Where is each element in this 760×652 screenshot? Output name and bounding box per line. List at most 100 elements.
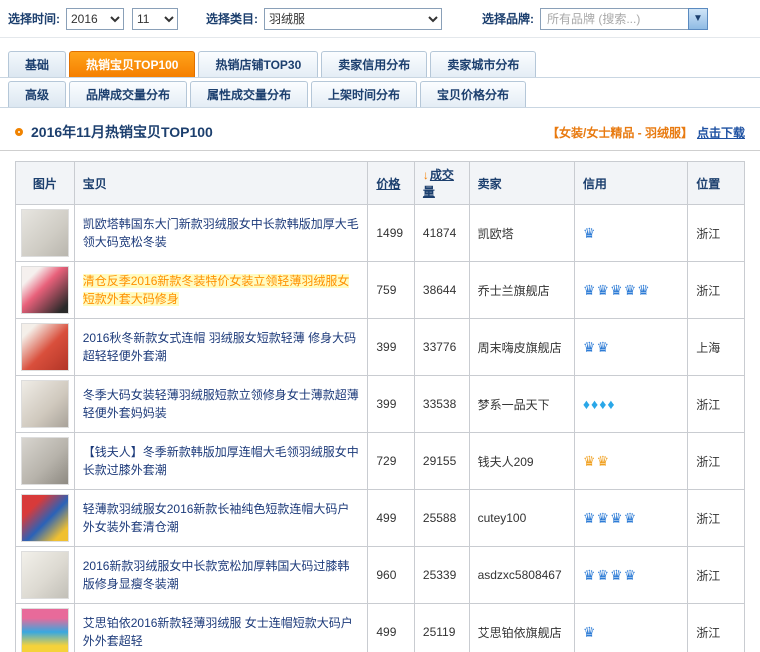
product-title-link[interactable]: 凯欧塔韩国东大门新款羽绒服女中长款韩版加厚大毛领大码宽松冬装	[83, 217, 359, 249]
location-cell: 浙江	[688, 205, 745, 262]
diamond-credit-icon: ♦	[607, 396, 614, 412]
filter-bar: 选择时间: 2016 11 选择类目: 羽绒服 选择品牌: ▼	[0, 0, 760, 38]
product-title-link[interactable]: 【钱夫人】冬季新款韩版加厚连帽大毛领羽绒服女中长款过膝外套潮	[83, 445, 359, 477]
tab-attribute-volume-distribution[interactable]: 属性成交量分布	[190, 81, 308, 107]
basic-tab-row: 基础 热销宝贝TOP100 热销店铺TOP30 卖家信用分布 卖家城市分布	[0, 48, 760, 78]
product-thumbnail[interactable]	[21, 608, 69, 652]
tab-brand-volume-distribution[interactable]: 品牌成交量分布	[69, 81, 187, 107]
volume-cell: 29155	[414, 433, 469, 490]
crown-credit-icon: ♛	[583, 510, 596, 526]
crown-credit-icon: ♛	[610, 510, 623, 526]
product-thumbnail[interactable]	[21, 380, 69, 428]
location-cell: 浙江	[688, 262, 745, 319]
tab-listing-time-distribution[interactable]: 上架时间分布	[311, 81, 417, 107]
advanced-tab-row: 高级 品牌成交量分布 属性成交量分布 上架时间分布 宝贝价格分布	[0, 78, 760, 108]
price-cell: 960	[368, 547, 415, 604]
tab-strip: 基础 热销宝贝TOP100 热销店铺TOP30 卖家信用分布 卖家城市分布 高级…	[0, 48, 760, 108]
column-header-item: 宝贝	[74, 162, 368, 205]
price-cell: 399	[368, 376, 415, 433]
app-window: 选择时间: 2016 11 选择类目: 羽绒服 选择品牌: ▼ 基础 热销宝贝T…	[0, 0, 760, 652]
product-title-link[interactable]: 冬季大码女装轻薄羽绒服短款立领修身女士薄款超薄轻便外套妈妈装	[83, 388, 359, 420]
product-title-link[interactable]: 2016秋冬新款女式连帽 羽绒服女短款轻薄 修身大码超轻轻便外套潮	[83, 331, 356, 363]
price-cell: 759	[368, 262, 415, 319]
crown-credit-icon: ♛	[624, 510, 637, 526]
table-row: 2016秋冬新款女式连帽 羽绒服女短款轻薄 修身大码超轻轻便外套潮 399 33…	[16, 319, 745, 376]
price-cell: 499	[368, 604, 415, 652]
table-row: 艾思铂依2016新款轻薄羽绒服 女士连帽短款大码户外外套超轻 499 25119…	[16, 604, 745, 652]
chevron-down-icon: ▼	[693, 13, 703, 24]
product-title-link[interactable]: 轻薄款羽绒服女2016新款长袖纯色短款连帽大码户外女装外套清仓潮	[83, 502, 350, 534]
column-header-location: 位置	[688, 162, 745, 205]
price-sort-link[interactable]: 价格	[376, 177, 400, 191]
crown-credit-icon: ♛	[583, 453, 596, 469]
location-cell: 浙江	[688, 433, 745, 490]
volume-cell: 25119	[414, 604, 469, 652]
tab-hot-items-top100[interactable]: 热销宝贝TOP100	[69, 51, 195, 77]
tab-group-advanced: 高级	[8, 81, 66, 107]
location-cell: 浙江	[688, 490, 745, 547]
seller-cell: 周末嗨皮旗舰店	[469, 319, 574, 376]
price-cell: 499	[368, 490, 415, 547]
seller-cell: 梦系一品天下	[469, 376, 574, 433]
price-cell: 399	[368, 319, 415, 376]
brand-filter-label: 选择品牌:	[482, 10, 534, 27]
volume-cell: 38644	[414, 262, 469, 319]
credit-icons-cell: ♛	[574, 604, 687, 652]
divider	[0, 150, 760, 151]
seller-cell: 钱夫人209	[469, 433, 574, 490]
location-cell: 上海	[688, 319, 745, 376]
category-select[interactable]: 羽绒服	[264, 8, 442, 30]
section-header: 2016年11月热销宝贝TOP100 【女装/女士精品 - 羽绒服】 点击下载	[15, 122, 745, 142]
month-select[interactable]: 11	[132, 8, 178, 30]
column-header-price[interactable]: 价格	[368, 162, 415, 205]
crown-credit-icon: ♛	[610, 567, 623, 583]
crown-credit-icon: ♛	[596, 282, 609, 298]
crown-credit-icon: ♛	[583, 225, 596, 241]
product-thumbnail[interactable]	[21, 551, 69, 599]
credit-icons-cell: ♛♛♛♛	[574, 547, 687, 604]
brand-dropdown-button[interactable]: ▼	[688, 8, 708, 30]
price-cell: 729	[368, 433, 415, 490]
table-row: 轻薄款羽绒服女2016新款长袖纯色短款连帽大码户外女装外套清仓潮 499 255…	[16, 490, 745, 547]
crown-credit-icon: ♛	[583, 567, 596, 583]
column-header-volume[interactable]: ↓成交量	[414, 162, 469, 205]
crown-credit-icon: ♛	[637, 282, 650, 298]
column-header-image: 图片	[16, 162, 75, 205]
category-filter-label: 选择类目:	[206, 10, 258, 27]
tab-seller-city-distribution[interactable]: 卖家城市分布	[430, 51, 536, 77]
crown-credit-icon: ♛	[610, 282, 623, 298]
product-title-link[interactable]: 清仓反季2016新款冬装特价女装立领轻薄羽绒服女短款外套大码修身	[83, 274, 350, 306]
volume-cell: 25588	[414, 490, 469, 547]
crown-credit-icon: ♛	[583, 339, 596, 355]
table-row: 2016新款羽绒服女中长款宽松加厚韩国大码过膝韩版修身显瘦冬装潮 960 253…	[16, 547, 745, 604]
product-thumbnail[interactable]	[21, 266, 69, 314]
product-thumbnail[interactable]	[21, 323, 69, 371]
time-filter-label: 选择时间:	[8, 10, 60, 27]
credit-icons-cell: ♛♛	[574, 319, 687, 376]
volume-cell: 25339	[414, 547, 469, 604]
product-title-link[interactable]: 艾思铂依2016新款轻薄羽绒服 女士连帽短款大码户外外套超轻	[83, 616, 353, 648]
crown-credit-icon: ♛	[583, 624, 596, 640]
product-title-link[interactable]: 2016新款羽绒服女中长款宽松加厚韩国大码过膝韩版修身显瘦冬装潮	[83, 559, 350, 591]
credit-icons-cell: ♛	[574, 205, 687, 262]
product-thumbnail[interactable]	[21, 209, 69, 257]
table-header-row: 图片 宝贝 价格 ↓成交量 卖家 信用 位置	[16, 162, 745, 205]
crown-credit-icon: ♛	[596, 510, 609, 526]
brand-search-input[interactable]	[540, 8, 688, 30]
tab-seller-credit-distribution[interactable]: 卖家信用分布	[321, 51, 427, 77]
credit-icons-cell: ♛♛♛♛♛	[574, 262, 687, 319]
seller-cell: cutey100	[469, 490, 574, 547]
product-thumbnail[interactable]	[21, 494, 69, 542]
sort-descending-icon: ↓	[423, 168, 429, 182]
download-link[interactable]: 点击下载	[697, 124, 745, 141]
tab-hot-shops-top30[interactable]: 热销店铺TOP30	[198, 51, 318, 77]
year-select[interactable]: 2016	[66, 8, 124, 30]
table-row: 清仓反季2016新款冬装特价女装立领轻薄羽绒服女短款外套大码修身 759 386…	[16, 262, 745, 319]
column-header-seller: 卖家	[469, 162, 574, 205]
tab-item-price-distribution[interactable]: 宝贝价格分布	[420, 81, 526, 107]
price-cell: 1499	[368, 205, 415, 262]
product-thumbnail[interactable]	[21, 437, 69, 485]
crown-credit-icon: ♛	[596, 567, 609, 583]
seller-cell: 乔士兰旗舰店	[469, 262, 574, 319]
diamond-credit-icon: ♦	[591, 396, 598, 412]
